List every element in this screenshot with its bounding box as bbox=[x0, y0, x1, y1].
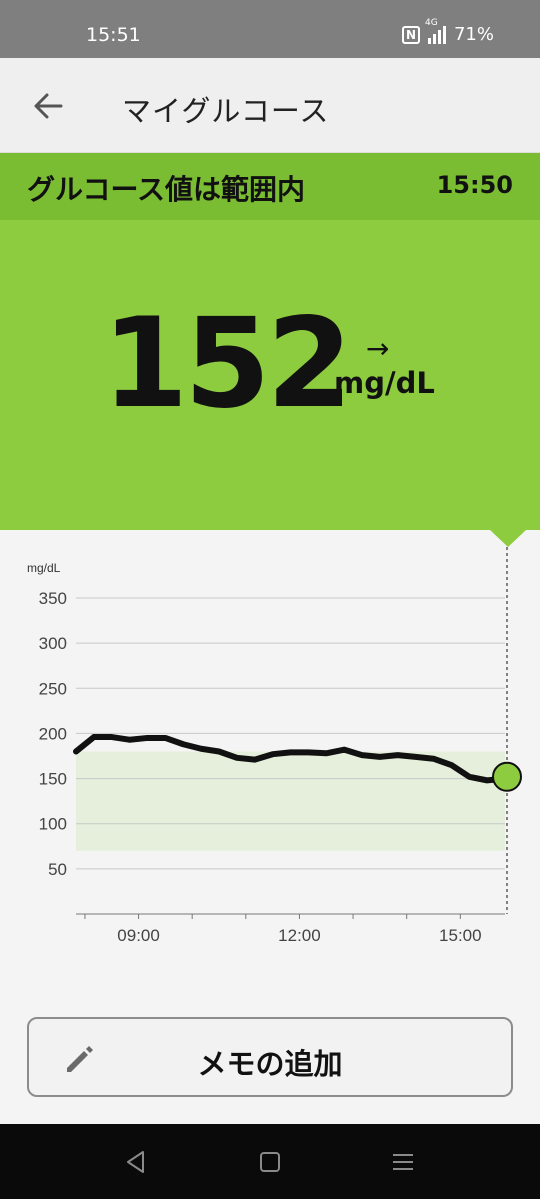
y-tick-label: 250 bbox=[39, 679, 67, 698]
back-triangle-icon[interactable] bbox=[122, 1148, 150, 1176]
add-memo-button[interactable]: メモの追加 bbox=[27, 1017, 513, 1097]
network-type: 4G bbox=[424, 17, 438, 28]
home-square-icon[interactable] bbox=[256, 1148, 284, 1176]
range-status-text: グルコース値は範囲内 bbox=[27, 173, 306, 206]
signal-icon: 4G bbox=[425, 18, 446, 44]
chart-pointer bbox=[490, 530, 526, 547]
trend-arrow-icon: → bbox=[366, 332, 390, 365]
reading-panel: 152 → mg/dL bbox=[0, 220, 540, 530]
y-axis-unit: mg/dL bbox=[27, 561, 61, 575]
y-tick-label: 150 bbox=[39, 770, 67, 789]
status-time: 15:51 bbox=[86, 24, 141, 46]
app-bar: マイグルコース bbox=[0, 58, 540, 153]
y-tick-label: 50 bbox=[48, 860, 67, 879]
add-memo-label: メモの追加 bbox=[197, 1047, 343, 1081]
y-tick-label: 100 bbox=[39, 815, 67, 834]
target-range-band bbox=[76, 751, 505, 851]
recents-menu-icon[interactable] bbox=[389, 1148, 417, 1176]
status-bar: 15:51 N 4G 71% bbox=[0, 0, 540, 58]
glucose-unit: mg/dL bbox=[334, 366, 435, 400]
y-tick-label: 300 bbox=[39, 634, 67, 653]
y-tick-label: 350 bbox=[39, 589, 67, 608]
glucose-chart[interactable]: mg/dL 350 300 250 200 150 100 50 09:00 12:00 15:00 bbox=[0, 547, 540, 967]
x-tick-label: 15:00 bbox=[439, 926, 482, 945]
back-button[interactable] bbox=[28, 86, 68, 126]
arrow-left-icon bbox=[34, 93, 63, 119]
glucose-value: 152 bbox=[102, 292, 353, 436]
range-banner: グルコース値は範囲内 15:50 bbox=[0, 153, 540, 220]
nfc-icon: N bbox=[401, 25, 420, 44]
x-tick-label: 09:00 bbox=[117, 926, 160, 945]
current-reading-marker bbox=[492, 761, 522, 792]
battery-level: 71% bbox=[453, 24, 494, 45]
reading-time: 15:50 bbox=[436, 171, 513, 199]
y-tick-label: 200 bbox=[39, 724, 67, 743]
system-nav-bar bbox=[0, 1124, 540, 1199]
page-title: マイグルコース bbox=[122, 94, 330, 128]
x-tick-label: 12:00 bbox=[278, 926, 321, 945]
status-icons: N 4G 71% bbox=[401, 18, 494, 45]
